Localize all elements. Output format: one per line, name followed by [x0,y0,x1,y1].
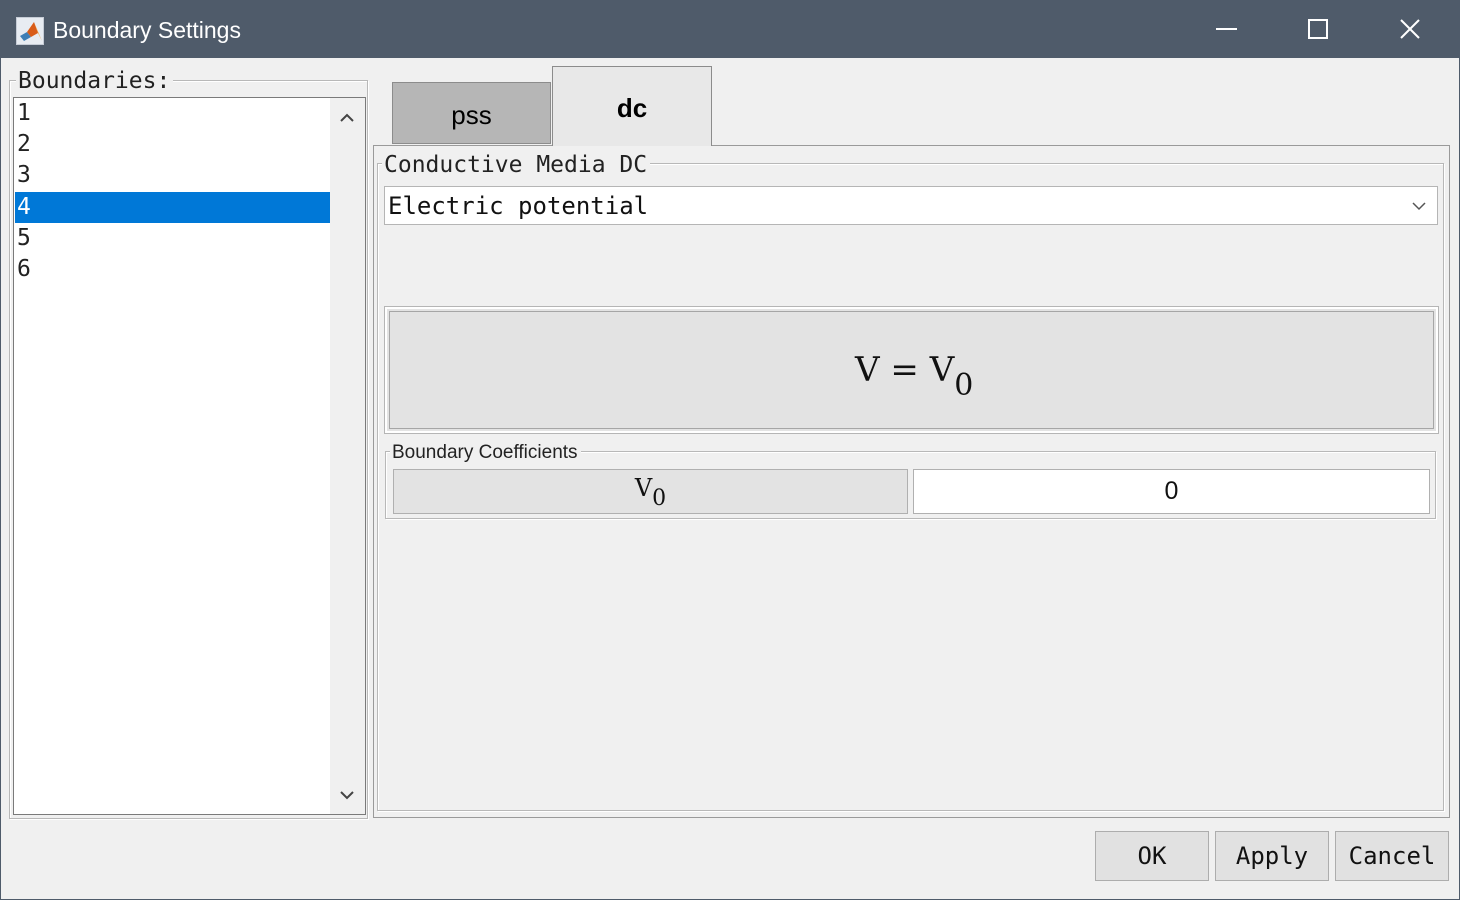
scroll-down-icon[interactable] [338,788,356,802]
list-item[interactable]: 5 [15,223,330,254]
close-icon [1400,19,1420,39]
list-item[interactable]: 1 [15,98,330,129]
maximize-icon [1308,19,1328,39]
coefficient-input-v0[interactable]: 0 [913,469,1430,514]
boundary-condition-select[interactable]: Electric potential [384,186,1438,225]
tab-dc[interactable]: dc [552,66,712,146]
equation-display: V = V0 [384,306,1439,434]
boundary-coefficients-title: Boundary Coefficients [390,442,581,464]
equation: V = V0 [855,350,974,403]
boundaries-list[interactable]: 1 2 3 4 5 6 [13,97,366,815]
title-bar[interactable]: Boundary Settings [0,0,1460,58]
tab-pss[interactable]: pss [392,82,551,144]
matlab-logo-icon [16,17,44,45]
list-item-selected[interactable]: 4 [15,192,330,223]
chevron-down-icon [1412,202,1426,211]
scroll-up-icon[interactable] [338,110,356,124]
window-title: Boundary Settings [53,17,241,43]
list-item[interactable]: 3 [15,160,330,191]
cancel-button[interactable]: Cancel [1335,831,1449,881]
close-button[interactable] [1364,0,1456,58]
list-item[interactable]: 6 [15,254,330,285]
minimize-icon [1216,28,1237,30]
minimize-button[interactable] [1180,0,1272,58]
conductive-media-title: Conductive Media DC [382,152,651,178]
ok-button[interactable]: OK [1095,831,1209,881]
boundary-condition-value: Electric potential [388,192,649,220]
maximize-button[interactable] [1272,0,1364,58]
apply-button[interactable]: Apply [1215,831,1329,881]
coefficient-label-v0: V0 [393,469,908,514]
vertical-scrollbar[interactable] [330,98,365,814]
list-item[interactable]: 2 [15,129,330,160]
boundaries-label: Boundaries: [16,68,174,94]
